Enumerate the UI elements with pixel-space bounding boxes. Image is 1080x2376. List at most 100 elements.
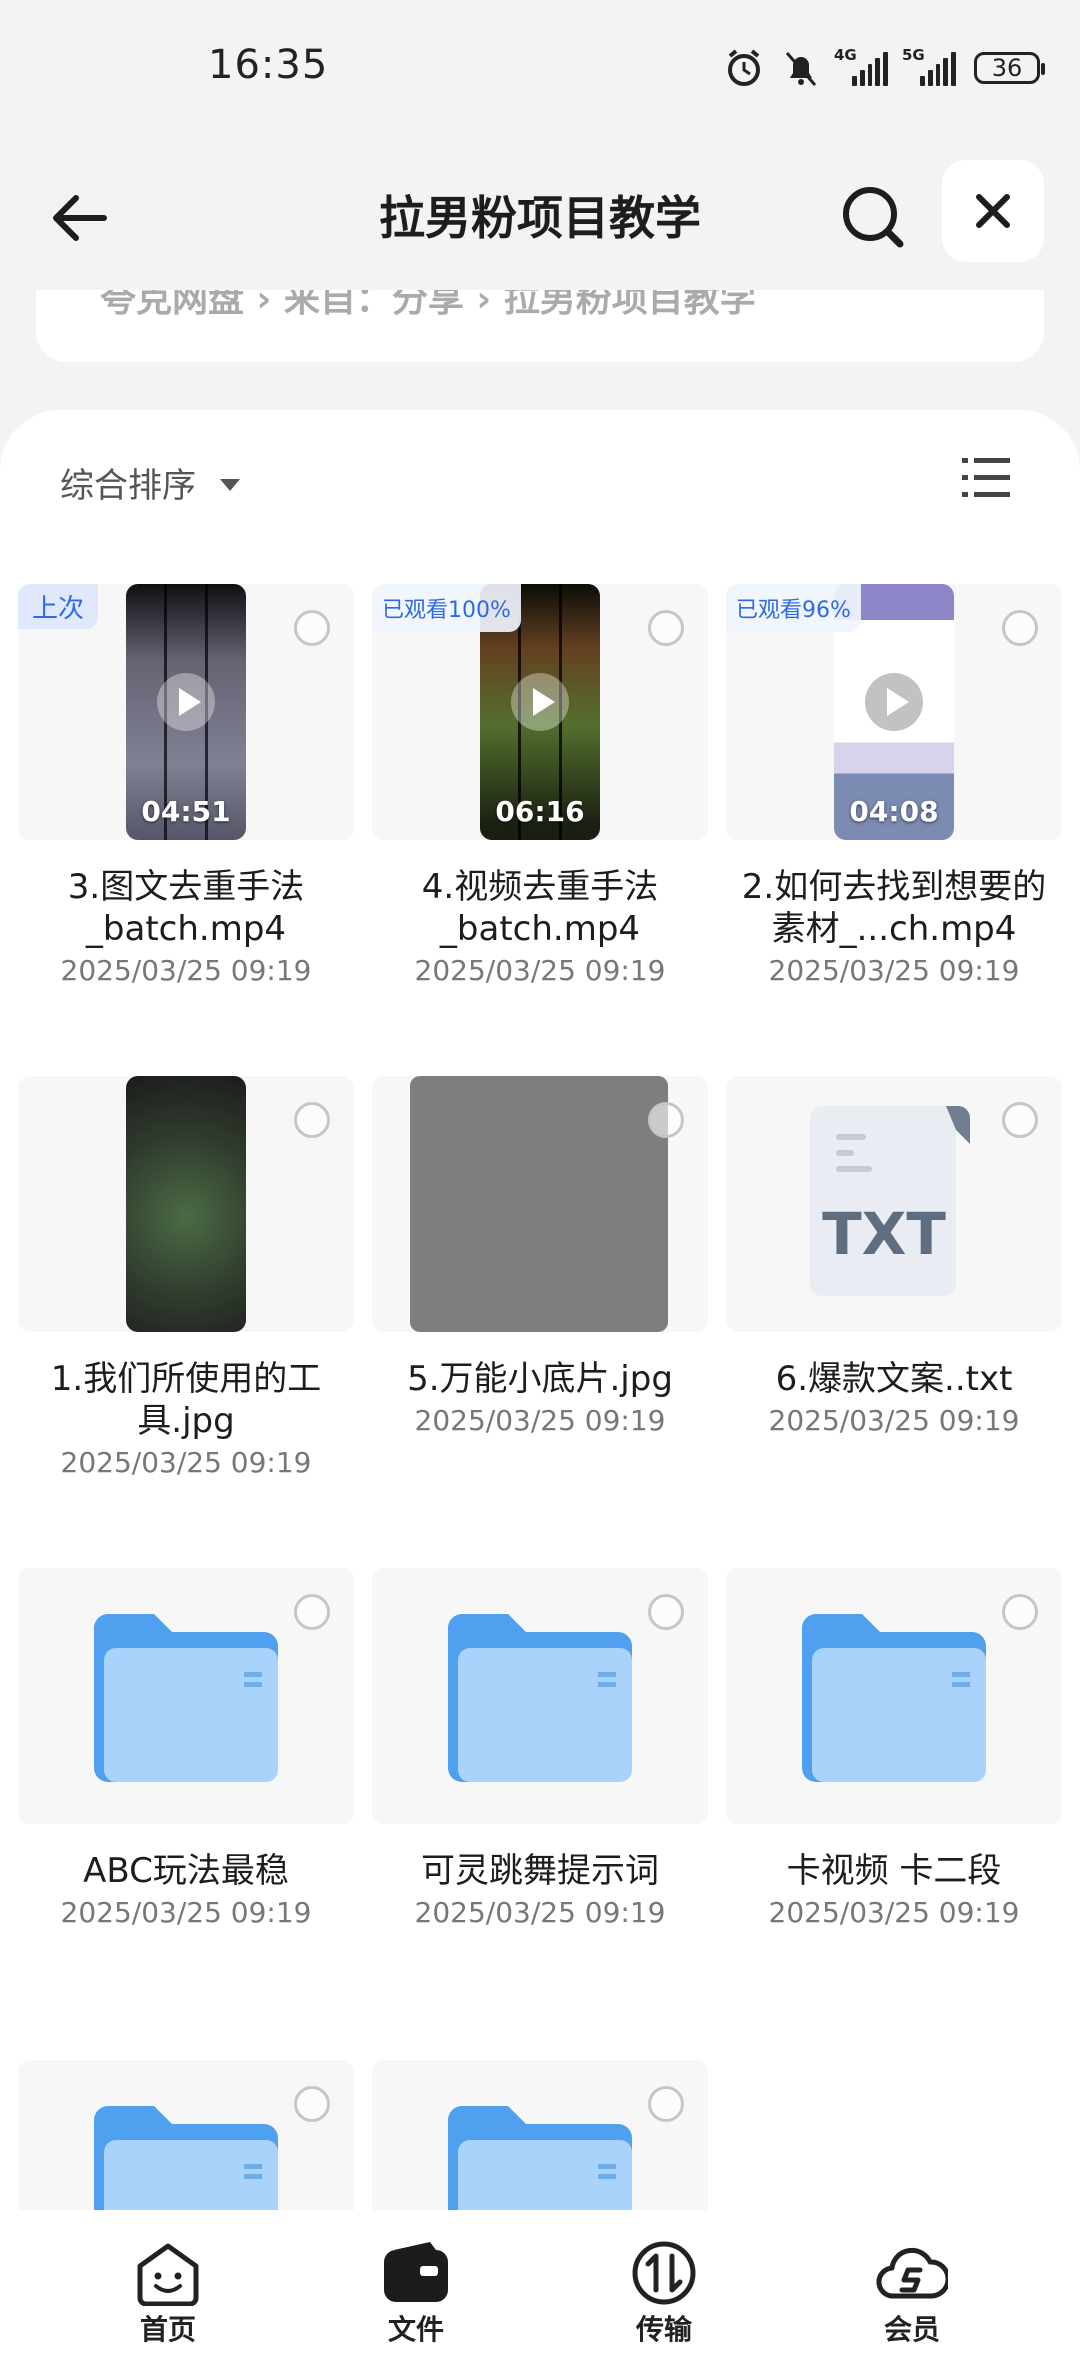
status-icons: 4G 5G 36	[724, 46, 1045, 90]
select-checkbox[interactable]	[294, 1594, 330, 1630]
file-name: 2.如何去找到想要的素材_...ch.mp4	[741, 867, 1047, 949]
select-checkbox[interactable]	[294, 1102, 330, 1138]
file-item[interactable]: 1.我们所使用的工具.jpg 2025/03/25 09:19	[18, 1076, 354, 1479]
signal-4g-icon: 4G	[834, 46, 888, 86]
folder-name: 可灵跳舞提示词	[421, 1851, 659, 1891]
folder-item[interactable]: 可灵跳舞提示词 2025/03/25 09:19	[372, 1568, 708, 1929]
breadcrumb: 夸克网盘 › 来自：分享 › 拉男粉项目教学	[36, 290, 1044, 362]
sort-dropdown[interactable]: 综合排序	[60, 458, 240, 507]
folder-icon	[802, 1614, 986, 1782]
file-thumbnail[interactable]: TXT	[726, 1076, 1062, 1332]
folder-item[interactable]: 卡视频 卡二段 2025/03/25 09:19	[726, 1568, 1062, 1929]
sort-label: 综合排序	[60, 466, 196, 506]
select-checkbox[interactable]	[648, 1102, 684, 1138]
close-button[interactable]	[942, 160, 1044, 262]
file-date: 2025/03/25 09:19	[60, 1896, 312, 1929]
caret-down-icon	[220, 478, 240, 491]
play-icon	[157, 672, 215, 731]
nav-transfer[interactable]: 传输	[584, 2240, 744, 2348]
video-thumbnail[interactable]: 已观看96% 04:08	[726, 584, 1062, 840]
file-item[interactable]: 上次 04:51 3.图文去重手法_batch.mp4 2025/03/25 0…	[18, 584, 354, 987]
file-name: 3.图文去重手法_batch.mp4	[67, 867, 305, 949]
video-duration: 04:08	[849, 795, 939, 828]
file-date: 2025/03/25 09:19	[768, 1896, 1020, 1929]
image-preview	[410, 1076, 668, 1332]
txt-file-icon: TXT	[810, 1106, 970, 1296]
file-date: 2025/03/25 09:19	[414, 1404, 666, 1437]
file-item[interactable]: TXT 6.爆款文案..txt 2025/03/25 09:19	[726, 1076, 1062, 1437]
txt-icon-label: TXT	[822, 1200, 946, 1268]
nav-files[interactable]: 文件	[336, 2240, 496, 2348]
folder-thumbnail[interactable]	[726, 1568, 1062, 1824]
folder-icon	[94, 1614, 278, 1782]
image-preview	[126, 1076, 246, 1332]
video-duration: 04:51	[141, 795, 231, 828]
file-date: 2025/03/25 09:19	[60, 1446, 312, 1479]
select-checkbox[interactable]	[1002, 1594, 1038, 1630]
signal-5g-icon: 5G	[902, 46, 956, 86]
select-checkbox[interactable]	[294, 2086, 330, 2122]
breadcrumb-text: 夸克网盘 › 来自：分享 › 拉男粉项目教学	[100, 290, 756, 320]
nav-transfer-label: 传输	[635, 2313, 692, 2346]
file-name: 1.我们所使用的工具.jpg	[50, 1359, 322, 1441]
folder-name: 卡视频 卡二段	[786, 1851, 1002, 1891]
folder-name: ABC玩法最稳	[83, 1851, 289, 1891]
top-bar: 拉男粉项目教学	[0, 160, 1080, 270]
status-bar: 16:35 4G 5G 36	[0, 0, 1080, 140]
file-date: 2025/03/25 09:19	[414, 954, 666, 987]
play-icon	[511, 672, 569, 731]
file-item[interactable]: 5.万能小底片.jpg 2025/03/25 09:19	[372, 1076, 708, 1437]
network-label-1: 4G	[834, 46, 857, 64]
close-icon	[976, 194, 1010, 228]
bottom-navigation: 首页 文件 传输 会员	[0, 2210, 1080, 2376]
watch-progress-badge: 已观看100%	[372, 584, 521, 632]
search-button[interactable]	[838, 182, 908, 252]
home-face-icon	[132, 2240, 204, 2307]
file-date: 2025/03/25 09:19	[60, 954, 312, 987]
file-name: 4.视频去重手法_batch.mp4	[421, 867, 659, 949]
file-name: 6.爆款文案..txt	[775, 1359, 1013, 1399]
folder-icon	[448, 1614, 632, 1782]
file-name: 5.万能小底片.jpg	[407, 1359, 673, 1399]
select-checkbox[interactable]	[1002, 1102, 1038, 1138]
status-time: 16:35	[208, 42, 329, 88]
nav-home-label: 首页	[139, 2313, 196, 2346]
nav-files-label: 文件	[387, 2313, 444, 2346]
list-view-button[interactable]	[958, 450, 1014, 506]
cloud-s-icon	[876, 2240, 951, 2306]
folder-thumbnail[interactable]	[372, 1568, 708, 1824]
file-item[interactable]: 已观看100% 06:16 4.视频去重手法_batch.mp4 2025/03…	[372, 584, 708, 987]
video-thumbnail[interactable]: 已观看100% 06:16	[372, 584, 708, 840]
select-checkbox[interactable]	[294, 610, 330, 646]
network-label-2: 5G	[902, 46, 925, 64]
video-thumbnail[interactable]: 上次 04:51	[18, 584, 354, 840]
mute-bell-icon	[785, 52, 817, 86]
battery-level: 36	[991, 54, 1023, 82]
nav-home[interactable]: 首页	[88, 2240, 248, 2348]
nav-vip[interactable]: 会员	[832, 2240, 992, 2348]
folder-thumbnail[interactable]	[18, 1568, 354, 1824]
image-thumbnail[interactable]	[372, 1076, 708, 1332]
file-item[interactable]: 已观看96% 04:08 2.如何去找到想要的素材_...ch.mp4 2025…	[726, 584, 1062, 987]
page-title: 拉男粉项目教学	[379, 191, 701, 245]
list-view-icon	[962, 458, 1010, 497]
file-date: 2025/03/25 09:19	[768, 954, 1020, 987]
play-icon	[865, 672, 923, 731]
image-thumbnail[interactable]	[18, 1076, 354, 1332]
last-viewed-badge: 上次	[18, 584, 99, 629]
nav-vip-label: 会员	[883, 2313, 940, 2346]
select-checkbox[interactable]	[648, 610, 684, 646]
wallet-folder-icon	[380, 2240, 452, 2306]
battery-icon: 36	[974, 52, 1045, 84]
transfer-icon	[628, 2240, 700, 2306]
select-checkbox[interactable]	[648, 1594, 684, 1630]
file-date: 2025/03/25 09:19	[414, 1896, 666, 1929]
folder-item[interactable]: ABC玩法最稳 2025/03/25 09:19	[18, 1568, 354, 1929]
select-checkbox[interactable]	[648, 2086, 684, 2122]
watch-progress-badge: 已观看96%	[726, 584, 861, 632]
video-duration: 06:16	[495, 795, 585, 828]
alarm-icon	[728, 49, 760, 86]
search-icon	[843, 187, 904, 248]
select-checkbox[interactable]	[1002, 610, 1038, 646]
file-list-panel: 综合排序 上次 04:51 3.图文去重手法_batch.mp4 2025/03…	[0, 410, 1080, 2316]
